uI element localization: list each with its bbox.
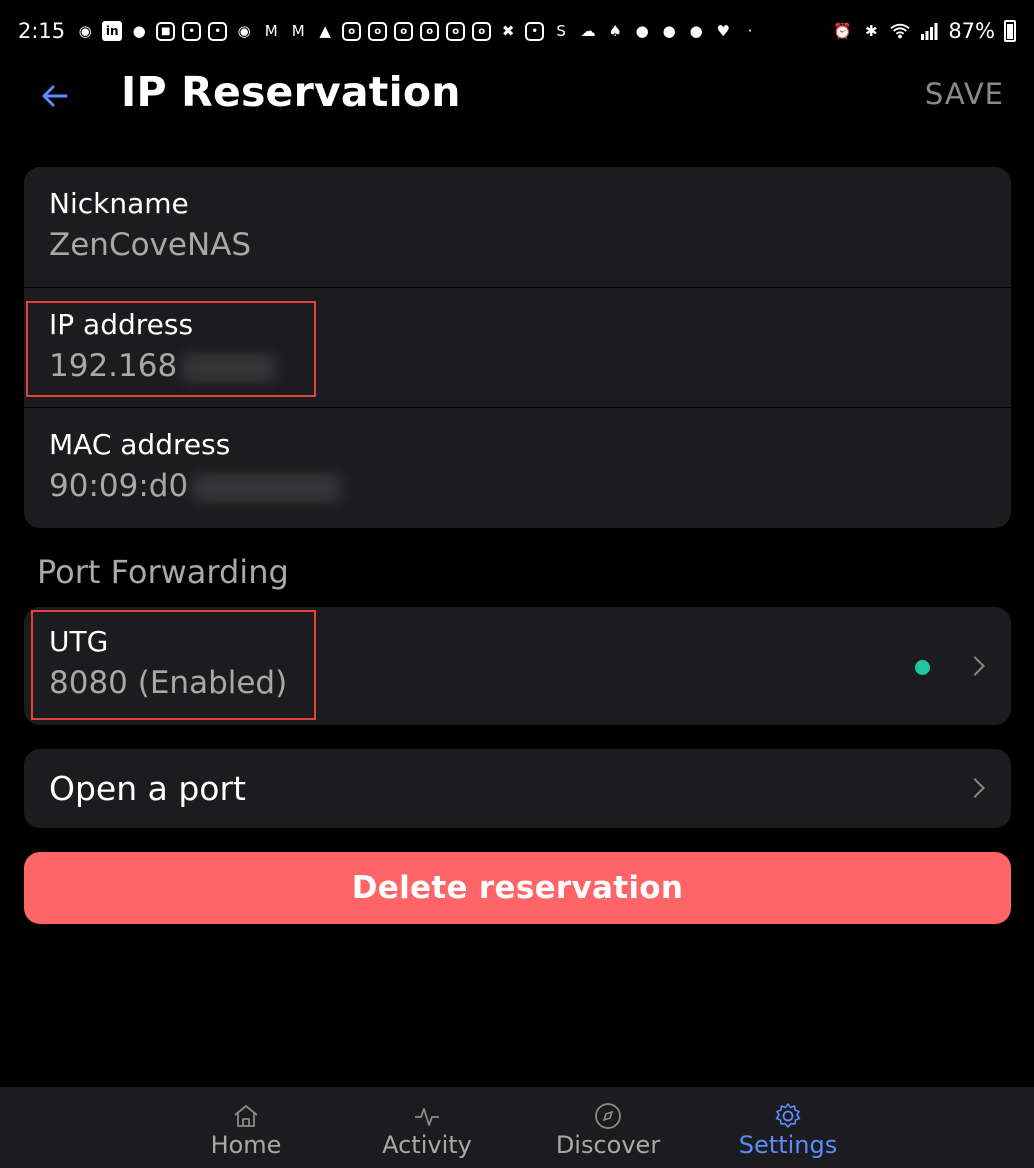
mlb-icon: • [525,21,545,41]
nav-activity-label: Activity [382,1131,472,1159]
mac-address-value-row: 90:09:d0 [49,464,986,508]
nickname-value: ZenCoveNAS [49,227,252,263]
chat-bubble-icon: ● [689,22,703,40]
activity-icon [415,1108,439,1126]
mlb-icon: • [208,21,228,41]
dot-icon: · [747,22,753,40]
nav-settings-label: Settings [738,1131,838,1159]
nav-activity[interactable]: Activity [352,1087,502,1168]
bottom-navigation: Home Activity Discover Settings [0,1087,1034,1168]
bluetooth-icon: ✱ [865,22,878,40]
instagram-icon: o [368,21,388,41]
mac-address-value: 90:09:d0 [49,468,189,504]
instagram-icon: o [446,21,466,41]
mac-address-label: MAC address [49,428,231,461]
status-bar: 2:15 ◉ in ● ■ • • ◉ M M ▲ o o o o o o ✖ … [0,0,1034,62]
linkedin-icon: in [102,21,123,41]
enabled-status-dot [915,660,930,675]
chevron-right-icon [965,778,985,798]
port-rule-detail: 8080 (Enabled) [49,665,288,701]
gmail-icon: M [291,22,305,40]
app-icon: ■ [156,21,176,41]
page-title: IP Reservation [121,68,461,116]
instagram-icon: o [472,21,492,41]
cloud-icon: ☁ [580,22,596,40]
nickname-field[interactable]: Nickname ZenCoveNAS [24,167,1011,287]
redacted-blur [181,352,277,383]
mlb-icon: • [182,21,202,41]
system-tray: ⏰ ✱ 87% [832,19,1016,43]
redacted-blur [192,472,343,503]
battery-icon [1004,20,1016,42]
app-bar: IP Reservation SAVE [0,62,1034,132]
instagram-icon: o [420,21,440,41]
nav-settings[interactable]: Settings [713,1087,863,1168]
alarm-icon: ⏰ [832,22,852,40]
status-time: 2:15 [18,19,66,43]
compass-icon [595,1103,621,1129]
chat-bubble-icon: ● [662,22,676,40]
back-button[interactable] [30,74,78,118]
mac-address-field[interactable]: MAC address 90:09:d0 [24,407,1011,527]
ip-address-value: 192.168 [49,348,178,384]
nav-discover[interactable]: Discover [533,1087,683,1168]
chat-bubble-icon: ● [635,22,649,40]
app-icon: ✖ [501,22,515,40]
open-port-label: Open a port [49,769,246,808]
reservation-info-card: Nickname ZenCoveNAS IP address 192.168 M… [24,167,1011,528]
port-rule-name: UTG [49,625,109,658]
port-forwarding-heading: Port Forwarding [37,553,289,591]
gmail-icon: M [264,22,278,40]
facebook-icon: ● [132,22,146,40]
instagram-icon: o [394,21,414,41]
nav-home[interactable]: Home [171,1087,321,1168]
s-icon: S [556,22,566,40]
save-button[interactable]: SAVE [925,77,1004,111]
back-arrow-icon [42,85,68,107]
app-icon: ◉ [237,22,251,40]
battery-percent: 87% [948,19,995,43]
app-icon: ▲ [319,22,331,40]
chat-bubble-icon: ◉ [78,22,92,40]
heart-icon: ♥ [716,22,730,40]
wifi-icon [890,21,910,41]
nav-discover-label: Discover [555,1131,661,1159]
instagram-icon: o [342,21,362,41]
home-icon [234,1105,258,1127]
ip-address-value-row: 192.168 [49,344,986,388]
open-port-row[interactable]: Open a port [24,749,1011,828]
nickname-label: Nickname [49,187,189,220]
app-icon: ♠ [608,22,622,40]
notification-icons: ◉ in ● ■ • • ◉ M M ▲ o o o o o o ✖ • S ☁… [75,21,760,41]
port-rule-utg[interactable]: UTG 8080 (Enabled) [24,607,1011,725]
signal-icon [919,21,939,41]
ip-address-field[interactable]: IP address 192.168 [24,287,1011,407]
port-rule-content: UTG 8080 (Enabled) [24,607,1011,725]
delete-reservation-button[interactable]: Delete reservation [24,852,1011,924]
ip-address-label: IP address [49,308,194,341]
nav-home-label: Home [210,1131,282,1159]
gear-icon [775,1103,801,1128]
